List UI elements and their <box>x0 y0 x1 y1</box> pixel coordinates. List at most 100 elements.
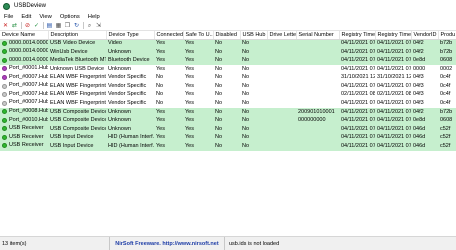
column-header[interactable]: Device Type <box>106 31 155 40</box>
column-header[interactable]: Device Name <box>0 31 49 40</box>
table-row[interactable]: USB Receiver USB Composite Device Unknown Y… <box>0 125 456 134</box>
nirsoft-link[interactable]: NirSoft Freeware. http://www.nirsoft.net <box>110 237 225 250</box>
find-icon[interactable]: ⌕ <box>86 22 93 29</box>
refresh-icon[interactable]: ↻ <box>73 22 80 29</box>
disconnect-icon[interactable]: ✕ <box>2 22 9 29</box>
device-name: 0000.0014.0000.0... <box>9 56 48 63</box>
toolbar-separator <box>21 22 22 29</box>
table-cell: Unknown <box>108 125 131 132</box>
connect-icon[interactable]: ⇄ <box>11 22 18 29</box>
column-header[interactable]: Registry Time 1 <box>339 31 376 40</box>
table-cell: No <box>215 134 223 141</box>
table-cell: 04/11/2021 07... <box>377 82 411 89</box>
table-row[interactable]: 0000.0014.0000.0...USB Video Device Video… <box>0 39 456 49</box>
table-cell <box>267 99 296 108</box>
device-list[interactable]: Device Name Description Device Type Connect… <box>0 31 456 236</box>
device-name: USB Receiver <box>9 133 44 140</box>
device-name-cell: Port_#0008.Hub_... <box>0 108 48 117</box>
column-header[interactable]: Registry Time 2 <box>375 31 412 40</box>
device-status-icon <box>2 143 7 149</box>
column-header[interactable]: Drive Letter <box>267 31 297 40</box>
table-cell: Yes <box>156 125 165 132</box>
table-cell: Yes <box>185 142 194 149</box>
title-bar: USBDeview <box>0 0 456 12</box>
table-cell: USB Composite Device <box>50 125 106 132</box>
table-cell: Yes <box>185 40 194 47</box>
table-cell <box>267 91 296 100</box>
table-row[interactable]: USB Receiver USB Input Device HID (Human I… <box>0 133 456 143</box>
column-header[interactable]: Produ <box>438 31 456 40</box>
table-cell: ELAN WBF Fingerprint S... <box>50 100 106 107</box>
table-cell: 04f3 <box>413 100 424 107</box>
table-row[interactable]: 0000.0014.0000.0...MediaTek Bluetooth MT… <box>0 56 456 66</box>
device-name: Port_#0008.Hub_... <box>9 108 48 114</box>
column-header[interactable]: Connected <box>154 31 184 40</box>
table-cell: Yes <box>156 117 165 124</box>
status-bar: 13 item(s) NirSoft Freeware. http://www.… <box>0 236 456 250</box>
enable-icon[interactable]: ✓ <box>33 22 40 29</box>
table-cell: 04/11/2021 07... <box>377 134 411 141</box>
table-cell: 04/11/2021 07... <box>341 108 375 115</box>
toolbar-separator <box>83 22 84 29</box>
table-cell: 0002 <box>440 65 453 72</box>
column-header[interactable]: Disabled <box>213 31 241 40</box>
table-cell <box>296 99 339 108</box>
column-header-row: Device Name Description Device Type Connect… <box>0 31 456 40</box>
table-cell: HID (Human Interf... <box>108 142 154 149</box>
table-cell <box>267 57 296 66</box>
column-header[interactable]: USB Hub <box>240 31 268 40</box>
table-cell: Vendor Specific <box>108 82 147 89</box>
device-name-cell: Port_#0007.Hub_... <box>0 74 48 83</box>
table-cell: USB Input Device <box>50 134 94 141</box>
column-header[interactable]: Description <box>48 31 107 40</box>
device-name-cell: Port_#0007.Hub_... <box>0 82 48 91</box>
table-row[interactable]: USB Receiver USB Input Device HID (Human I… <box>0 142 456 151</box>
device-name-cell: 0000.0014.0000.0... <box>0 48 48 57</box>
disable-icon[interactable]: ⊘ <box>24 22 31 29</box>
table-cell: No <box>215 108 223 115</box>
table-cell <box>267 117 296 126</box>
menu-help[interactable]: Help <box>84 14 104 20</box>
table-cell: No <box>156 91 164 98</box>
table-cell: Yes <box>185 91 194 98</box>
device-status-icon <box>2 109 7 115</box>
table-cell: No <box>156 100 164 107</box>
table-row[interactable]: Port_#0008.Hub_...USB Composite DeviceUn… <box>0 108 456 117</box>
column-header[interactable]: VendorID <box>411 31 439 40</box>
table-cell: Yes <box>185 74 194 81</box>
properties-icon[interactable]: ▦ <box>55 22 62 29</box>
table-cell: USB Video Device <box>50 40 96 47</box>
copy-icon[interactable]: ❐ <box>64 22 71 29</box>
device-name-cell: Port_#0007.Hub_... <box>0 99 48 108</box>
table-row[interactable]: Port_#0007.Hub_...ELAN WBF Fingerprint S… <box>0 82 456 91</box>
table-cell: 04f2 <box>413 40 424 47</box>
table-cell: 04/11/2021 07... <box>377 65 411 72</box>
table-cell: 31/10/2021 12... <box>377 74 411 81</box>
table-cell: Unknown <box>108 117 131 124</box>
table-row[interactable]: Port_#0007.Hub_...ELAN WBF Fingerprint S… <box>0 73 456 83</box>
table-cell: Vendor Specific <box>108 74 147 81</box>
table-row[interactable]: 0000.0014.0000.0...WinUsb Device Unknown Y… <box>0 48 456 57</box>
save-icon[interactable]: ▤ <box>46 22 53 29</box>
table-row[interactable]: Port_#0001.Hub_...Unknown USB Device (..… <box>0 65 456 74</box>
table-cell: Yes <box>185 108 194 115</box>
menu-options[interactable]: Options <box>56 14 84 20</box>
column-header[interactable]: Serial Number <box>296 31 340 40</box>
table-cell <box>267 74 296 83</box>
device-status-icon <box>2 117 7 123</box>
table-cell <box>267 134 296 143</box>
column-header[interactable]: Safe To U... <box>183 31 214 40</box>
table-row[interactable]: Port_#0007.Hub_...ELAN WBF Fingerprint S… <box>0 90 456 100</box>
table-cell: MediaTek Bluetooth MT... <box>50 57 106 64</box>
table-row[interactable]: Port_#0007.Hub_...ELAN WBF Fingerprint S… <box>0 99 456 108</box>
table-cell: No <box>215 40 223 47</box>
table-cell: 04/11/2021 07... <box>377 125 411 132</box>
menu-edit[interactable]: Edit <box>17 14 35 20</box>
device-status-icon <box>2 49 7 55</box>
table-cell: No <box>215 82 223 89</box>
table-cell: 04/11/2021 07... <box>341 48 375 55</box>
exit-icon[interactable]: ⇲ <box>95 22 102 29</box>
table-row[interactable]: Port_#0010.Hub_...USB Composite DeviceUn… <box>0 116 456 126</box>
menu-file[interactable]: File <box>0 14 17 20</box>
menu-view[interactable]: View <box>35 14 55 20</box>
